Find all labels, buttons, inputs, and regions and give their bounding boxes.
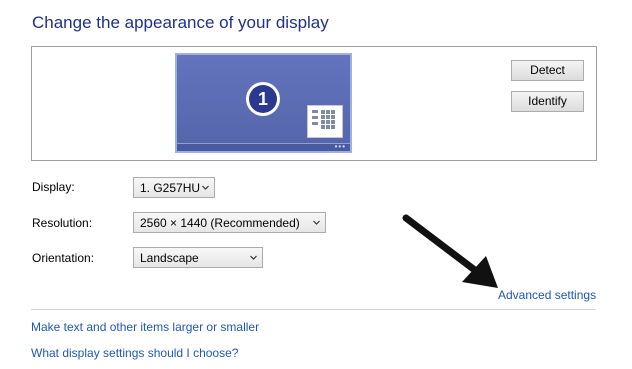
display-preview-panel: 1 ••• Detect Identify — [31, 46, 597, 161]
orientation-label: Orientation: — [32, 251, 95, 265]
monitor-1-preview[interactable]: 1 ••• — [175, 53, 352, 153]
page-title: Change the appearance of your display — [32, 13, 329, 32]
display-select[interactable]: 1. G257HU — [133, 177, 215, 198]
chevron-down-icon — [250, 255, 257, 260]
tray-dots-icon: ••• — [334, 142, 346, 151]
advanced-settings-link[interactable]: Advanced settings — [498, 288, 596, 302]
text-size-link[interactable]: Make text and other items larger or smal… — [31, 320, 259, 334]
chevron-down-icon — [313, 220, 320, 225]
orientation-select[interactable]: Landscape — [133, 247, 263, 268]
detect-button[interactable]: Detect — [511, 60, 584, 81]
display-help-link[interactable]: What display settings should I choose? — [31, 346, 238, 360]
resolution-select-value: 2560 × 1440 (Recommended) — [140, 216, 300, 230]
chevron-down-icon — [202, 185, 209, 190]
monitor-number: 1 — [249, 85, 277, 113]
display-select-value: 1. G257HU — [140, 181, 201, 195]
arrow-annotation-icon — [402, 214, 498, 288]
taskbar: ••• — [177, 143, 350, 151]
start-screen-icon — [307, 105, 343, 138]
identify-button[interactable]: Identify — [511, 91, 584, 112]
orientation-select-value: Landscape — [140, 251, 199, 265]
resolution-label: Resolution: — [32, 216, 93, 230]
divider — [31, 309, 596, 310]
display-label: Display: — [32, 180, 75, 194]
monitor-number-badge: 1 — [246, 82, 280, 116]
resolution-select[interactable]: 2560 × 1440 (Recommended) — [133, 212, 326, 233]
